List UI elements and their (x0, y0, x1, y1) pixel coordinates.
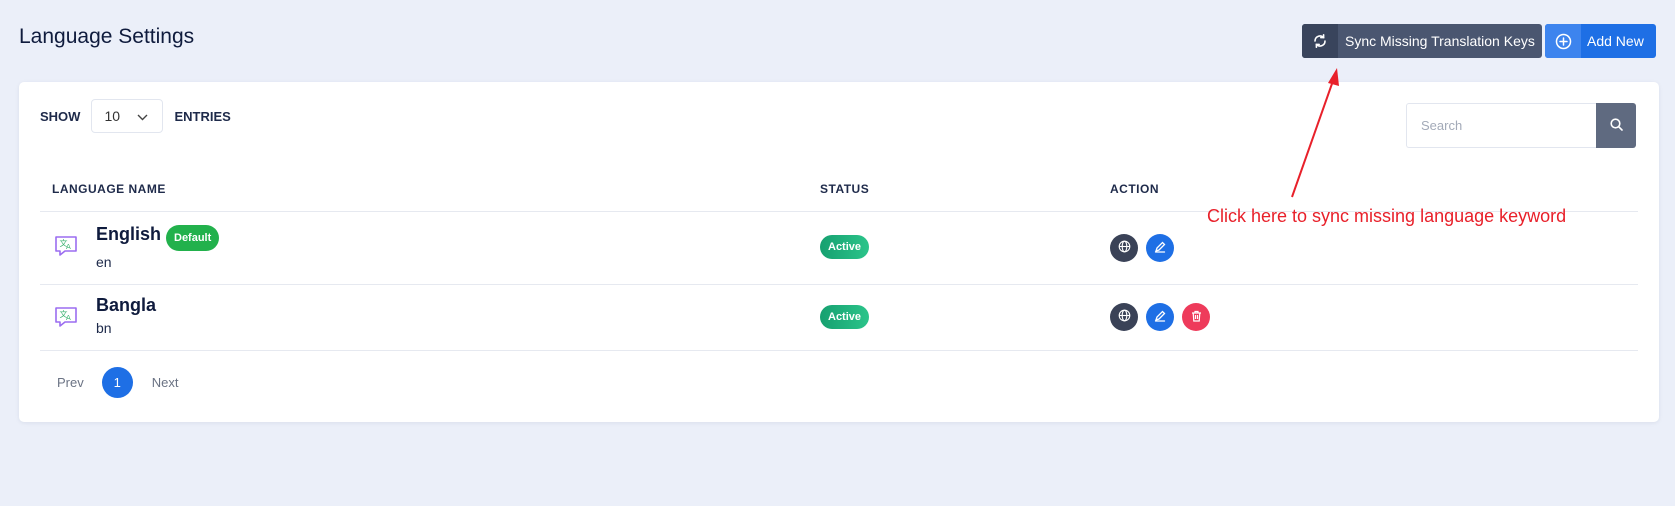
annotation-arrow (1291, 68, 1339, 198)
annotation-text: Click here to sync missing language keyw… (1207, 206, 1567, 226)
